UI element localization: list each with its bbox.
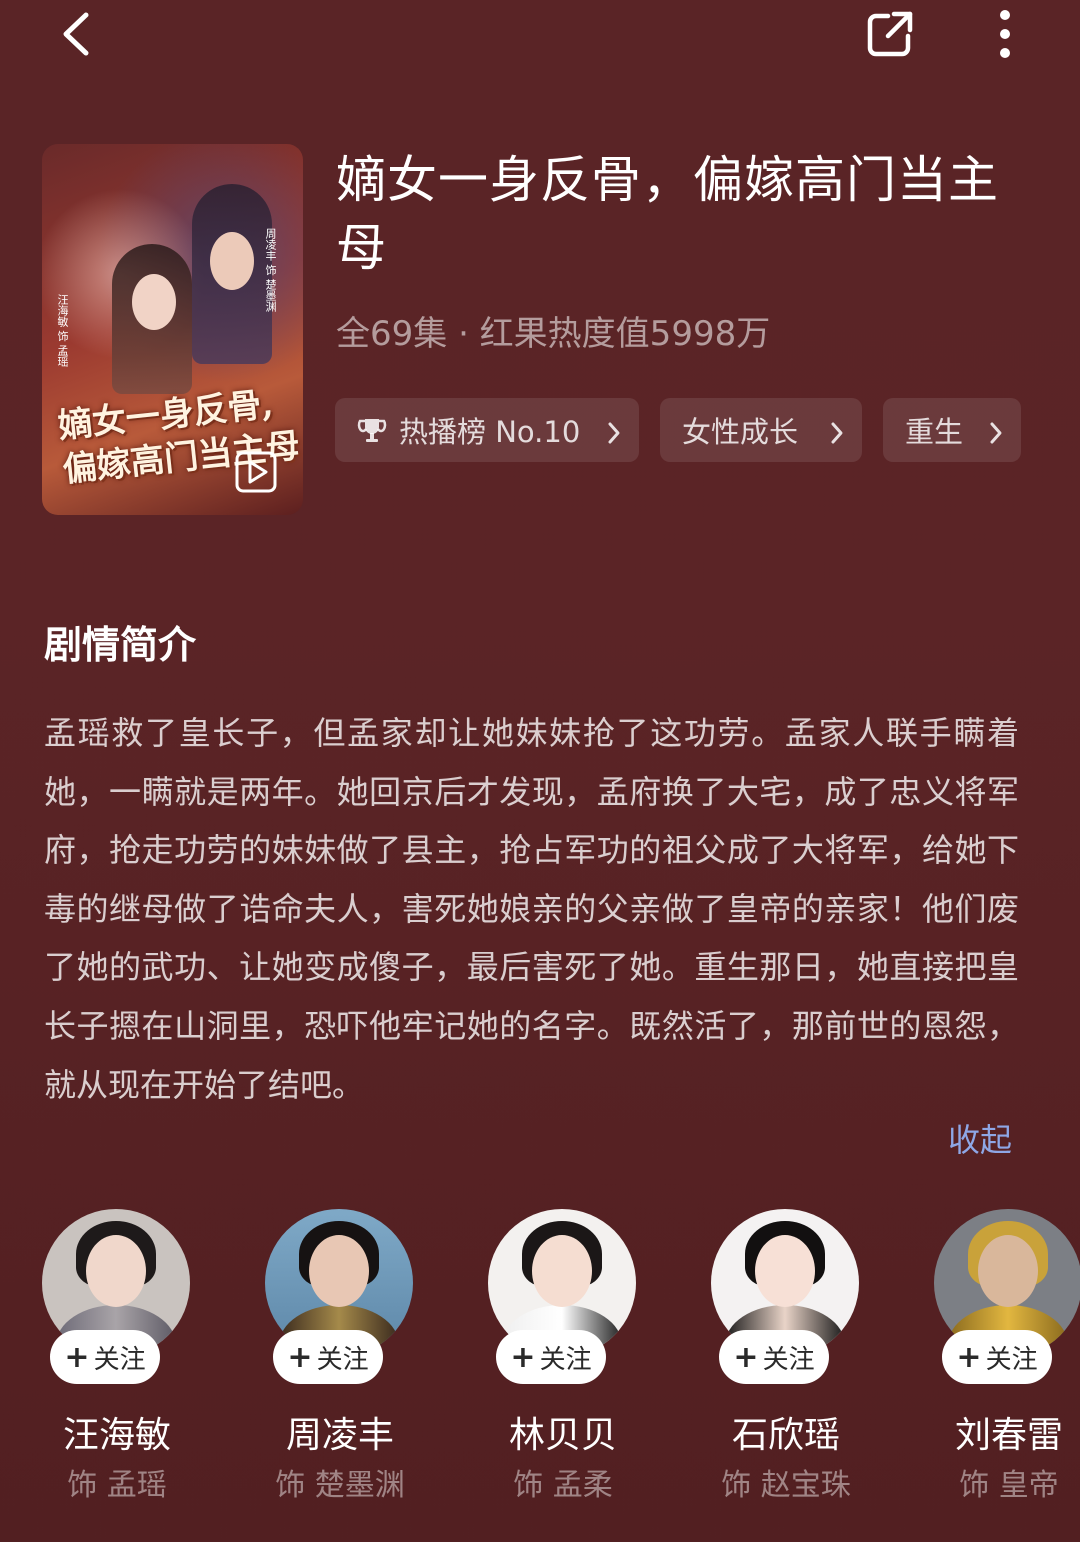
follow-button[interactable]: + 关注 — [496, 1330, 606, 1384]
poster-cast-credit-left: 汪海敏 饰 孟瑶 — [56, 294, 69, 367]
synopsis-text: 孟瑶救了皇长子，但孟家却让她妹妹抢了这功劳。孟家人联手瞒着她，一瞒就是两年。她回… — [44, 714, 1019, 1104]
tag-rebirth[interactable]: 重生 — [883, 398, 1021, 462]
follow-label: 关注 — [93, 1344, 146, 1375]
plus-icon: + — [287, 1339, 313, 1375]
drama-meta: 全69集 · 红果热度值5998万 — [336, 314, 771, 354]
follow-label: 关注 — [316, 1344, 369, 1375]
cast-name: 石欣瑶 — [731, 1415, 840, 1456]
cast-role: 饰 楚墨渊 — [275, 1468, 405, 1503]
follow-button[interactable]: + 关注 — [50, 1330, 160, 1384]
poster-face-male — [210, 232, 254, 290]
trophy-icon — [357, 415, 387, 445]
follow-button[interactable]: + 关注 — [719, 1330, 829, 1384]
cast-member[interactable]: + 关注 石欣瑶 饰 赵宝珠 — [699, 1206, 879, 1506]
cast-member[interactable]: + 关注 周凌丰 饰 楚墨渊 — [253, 1206, 433, 1506]
cast-role: 饰 孟柔 — [513, 1468, 613, 1503]
follow-button[interactable]: + 关注 — [942, 1330, 1052, 1384]
back-arrow-icon[interactable] — [40, 4, 110, 64]
plus-icon: + — [956, 1339, 982, 1375]
follow-button[interactable]: + 关注 — [273, 1330, 383, 1384]
cast-member[interactable]: + 关注 刘春雷 饰 皇帝 — [922, 1206, 1080, 1506]
synopsis-heading: 剧情简介 — [44, 623, 197, 667]
chevron-right-icon — [989, 418, 1003, 452]
cast-list: + 关注 汪海敏 饰 孟瑶 + 关注 周凌丰 饰 楚墨渊 + 关注 林贝贝 饰 孟柔 … — [0, 1206, 1080, 1516]
tag-label: 重生 — [905, 415, 964, 449]
follow-label: 关注 — [985, 1344, 1038, 1375]
cast-role: 饰 孟瑶 — [67, 1468, 167, 1503]
cast-member[interactable]: + 关注 汪海敏 饰 孟瑶 — [30, 1206, 210, 1506]
cast-member[interactable]: + 关注 林贝贝 饰 孟柔 — [476, 1206, 656, 1506]
share-icon[interactable] — [855, 4, 925, 64]
top-bar — [0, 0, 1080, 70]
collapse-button[interactable]: 收起 — [948, 1115, 1012, 1161]
follow-label: 关注 — [539, 1344, 592, 1375]
more-vertical-icon[interactable] — [975, 4, 1035, 64]
cast-role: 饰 赵宝珠 — [721, 1468, 851, 1503]
plus-icon: + — [510, 1339, 536, 1375]
drama-poster[interactable]: 周凌丰 饰 楚墨渊 汪海敏 饰 孟瑶 嫡女一身反骨, 偏嫁高门当主母 — [42, 144, 303, 515]
poster-badge-icon — [234, 450, 278, 498]
tag-female-growth[interactable]: 女性成长 — [660, 398, 862, 462]
cast-name: 汪海敏 — [62, 1415, 171, 1456]
cast-role: 饰 皇帝 — [959, 1468, 1059, 1503]
poster-cast-credit-right: 周凌丰 饰 楚墨渊 — [264, 228, 277, 312]
plus-icon: + — [733, 1339, 759, 1375]
chevron-right-icon — [607, 418, 621, 452]
cast-name: 刘春雷 — [954, 1415, 1063, 1456]
tag-label: 女性成长 — [682, 415, 799, 449]
plus-icon: + — [64, 1339, 90, 1375]
tag-label: 热播榜 No.10 — [399, 415, 581, 449]
cast-name: 周凌丰 — [285, 1415, 394, 1456]
poster-face-female — [132, 274, 176, 330]
cast-name: 林贝贝 — [508, 1415, 617, 1456]
follow-label: 关注 — [762, 1344, 815, 1375]
chevron-right-icon — [830, 418, 844, 452]
drama-title: 嫡女一身反骨，偏嫁高门当主母 — [336, 151, 999, 277]
tag-hot-rank[interactable]: 热播榜 No.10 — [335, 398, 639, 462]
